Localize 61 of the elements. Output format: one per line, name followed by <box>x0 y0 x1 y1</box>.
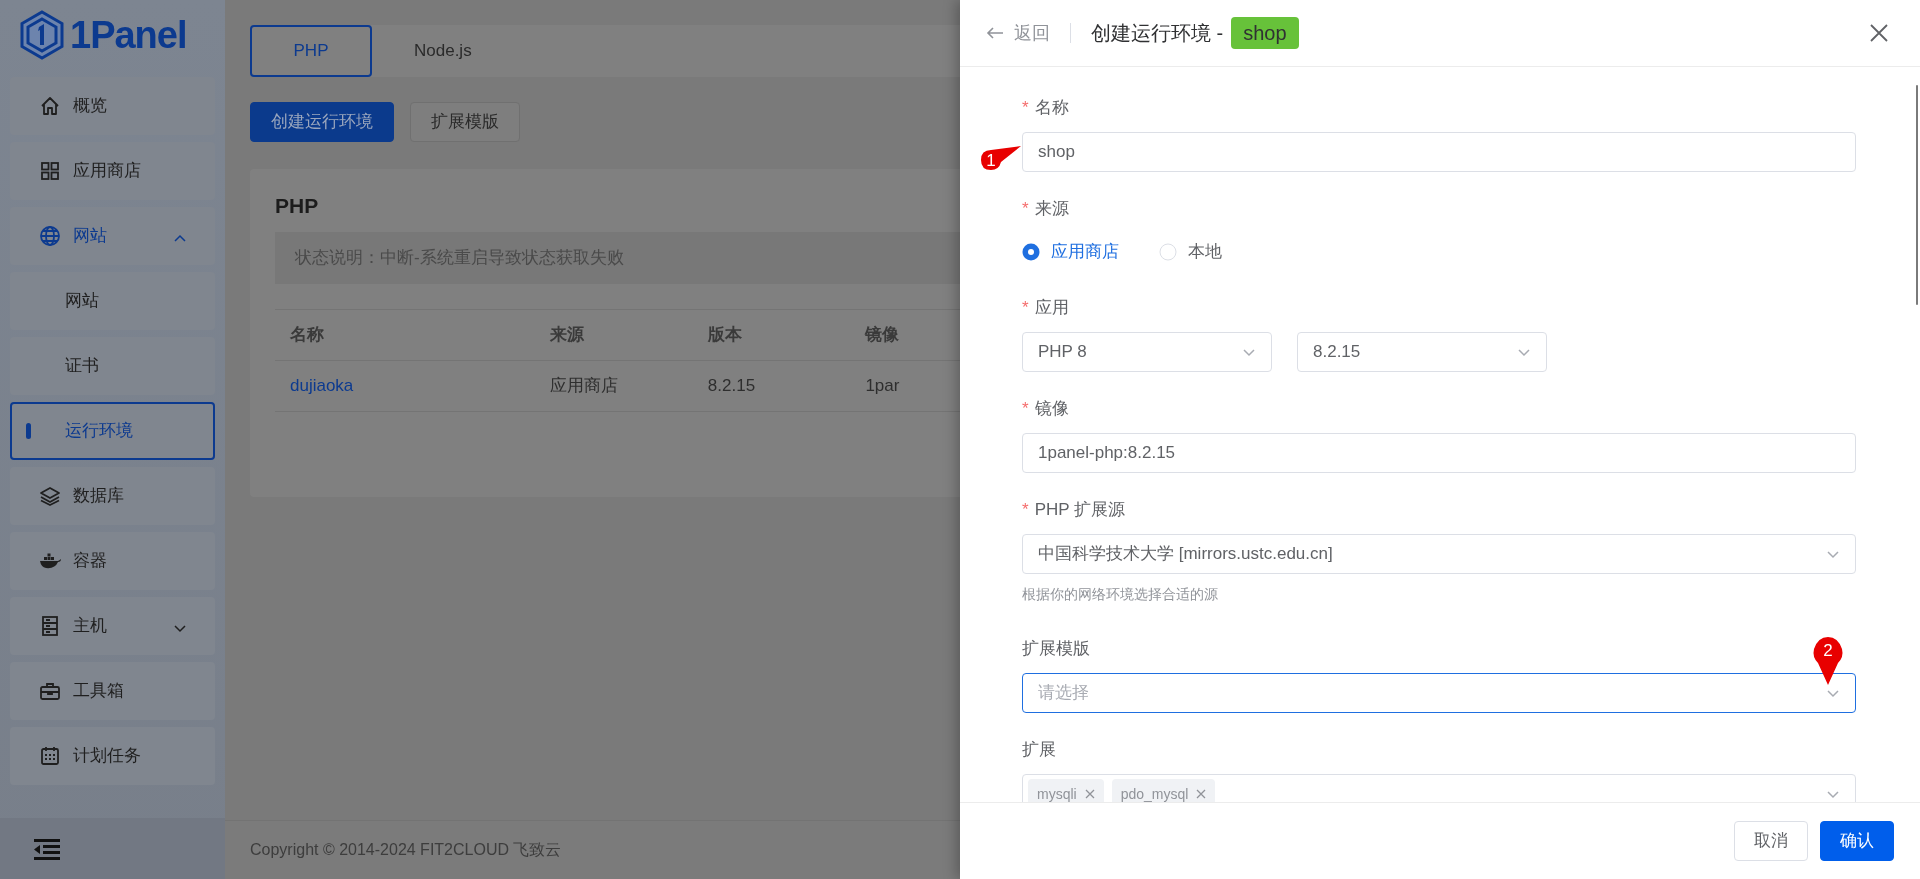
menu-item[interactable]: 数据库 <box>10 467 215 525</box>
select-field[interactable]: 中国科学技术大学 [mirrors.ustc.edu.cn] <box>1022 534 1856 574</box>
back-button[interactable]: 返回 <box>986 19 1050 47</box>
field-label: * PHP 扩展源 <box>1022 499 1125 521</box>
submenu-item[interactable]: 网站 <box>10 272 215 330</box>
menu-item[interactable]: 容器 <box>10 532 215 590</box>
card-title: PHP <box>275 193 320 219</box>
home-icon <box>39 95 61 117</box>
tab[interactable]: PHP <box>250 25 372 77</box>
calendar-icon <box>39 745 61 767</box>
menu-item[interactable]: 应用商店 <box>10 142 215 200</box>
column-header: 版本 <box>692 309 851 361</box>
column-header: 来源 <box>535 309 693 361</box>
annotation-pin: 1 <box>977 122 1021 174</box>
input-field[interactable]: shop <box>1023 133 1855 171</box>
layers-icon <box>39 485 61 507</box>
logo-text: 1Panel <box>70 16 187 54</box>
menu-item[interactable]: 概览 <box>10 77 215 135</box>
grid-icon <box>39 160 61 182</box>
menu-item[interactable]: 计划任务 <box>10 727 215 785</box>
table-cell: 8.2.15 <box>692 360 851 412</box>
select-field[interactable]: 8.2.15 <box>1297 332 1547 372</box>
name-link[interactable]: dujiaoka <box>275 360 536 412</box>
column-header: 名称 <box>275 309 536 361</box>
multi-select-field[interactable]: mysqli pdo_mysql <box>1022 774 1856 802</box>
drawer-title: 创建运行环境 - <box>1091 21 1224 46</box>
radio-option[interactable]: 本地 <box>1159 239 1222 265</box>
globe-icon <box>39 225 61 247</box>
confirm-button[interactable]: 确认 <box>1820 821 1894 861</box>
submenu-item[interactable]: 运行环境 <box>10 402 215 460</box>
extension-tag: mysqli <box>1028 779 1104 802</box>
menu-item[interactable]: 网站 <box>10 207 215 265</box>
template-button[interactable]: 扩展模版 <box>410 102 520 142</box>
menu-item[interactable]: 工具箱 <box>10 662 215 720</box>
create-button[interactable]: 创建运行环境 <box>250 102 394 142</box>
field-label: 扩展模版 <box>1022 638 1090 660</box>
scrollbar-thumb[interactable] <box>1916 85 1918 305</box>
input-field[interactable]: 1panel-php:8.2.15 <box>1023 434 1855 472</box>
field-label: * 应用 <box>1022 297 1069 319</box>
field-label: * 来源 <box>1022 198 1069 220</box>
logo-icon <box>20 10 64 60</box>
remove-icon[interactable] <box>1196 789 1207 799</box>
tab[interactable]: Node.js <box>372 25 514 77</box>
submenu-item[interactable]: 证书 <box>10 337 215 395</box>
field-label: * 镜像 <box>1022 398 1069 420</box>
radio-option[interactable]: 应用商店 <box>1022 239 1119 265</box>
field-label: * 名称 <box>1022 97 1069 119</box>
select-field[interactable]: PHP 8 <box>1022 332 1272 372</box>
menu-item[interactable]: 主机 <box>10 597 215 655</box>
toolbox-icon <box>39 680 61 702</box>
cancel-button[interactable]: 取消 <box>1734 821 1808 861</box>
close-icon <box>1870 24 1888 42</box>
hint-text: 根据你的网络环境选择合适的源 <box>1022 585 1219 604</box>
arrow-left-icon <box>986 26 1004 40</box>
extension-tag: pdo_mysql <box>1111 779 1216 802</box>
remove-icon[interactable] <box>1084 789 1095 799</box>
server-icon <box>39 615 61 637</box>
table-cell: 应用商店 <box>535 360 693 412</box>
name-tag: shop <box>1231 17 1299 49</box>
menu-collapse-icon[interactable] <box>34 836 60 861</box>
field-label: 扩展 <box>1022 739 1056 761</box>
